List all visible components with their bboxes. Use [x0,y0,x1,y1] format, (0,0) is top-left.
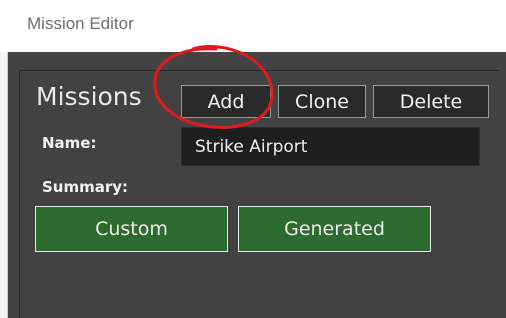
clone-button[interactable]: Clone [278,85,366,118]
custom-tab-button[interactable]: Custom [35,206,228,252]
window-title: Mission Editor [27,14,134,33]
generated-tab-button[interactable]: Generated [238,206,431,252]
window-left-edge [0,52,8,318]
missions-heading: Missions [36,82,142,111]
mission-name-input[interactable] [181,127,480,166]
window-titlebar: Mission Editor [0,0,506,52]
summary-label: Summary: [42,178,129,196]
name-label: Name: [42,134,97,152]
add-button[interactable]: Add [181,85,271,118]
delete-button[interactable]: Delete [373,85,489,118]
